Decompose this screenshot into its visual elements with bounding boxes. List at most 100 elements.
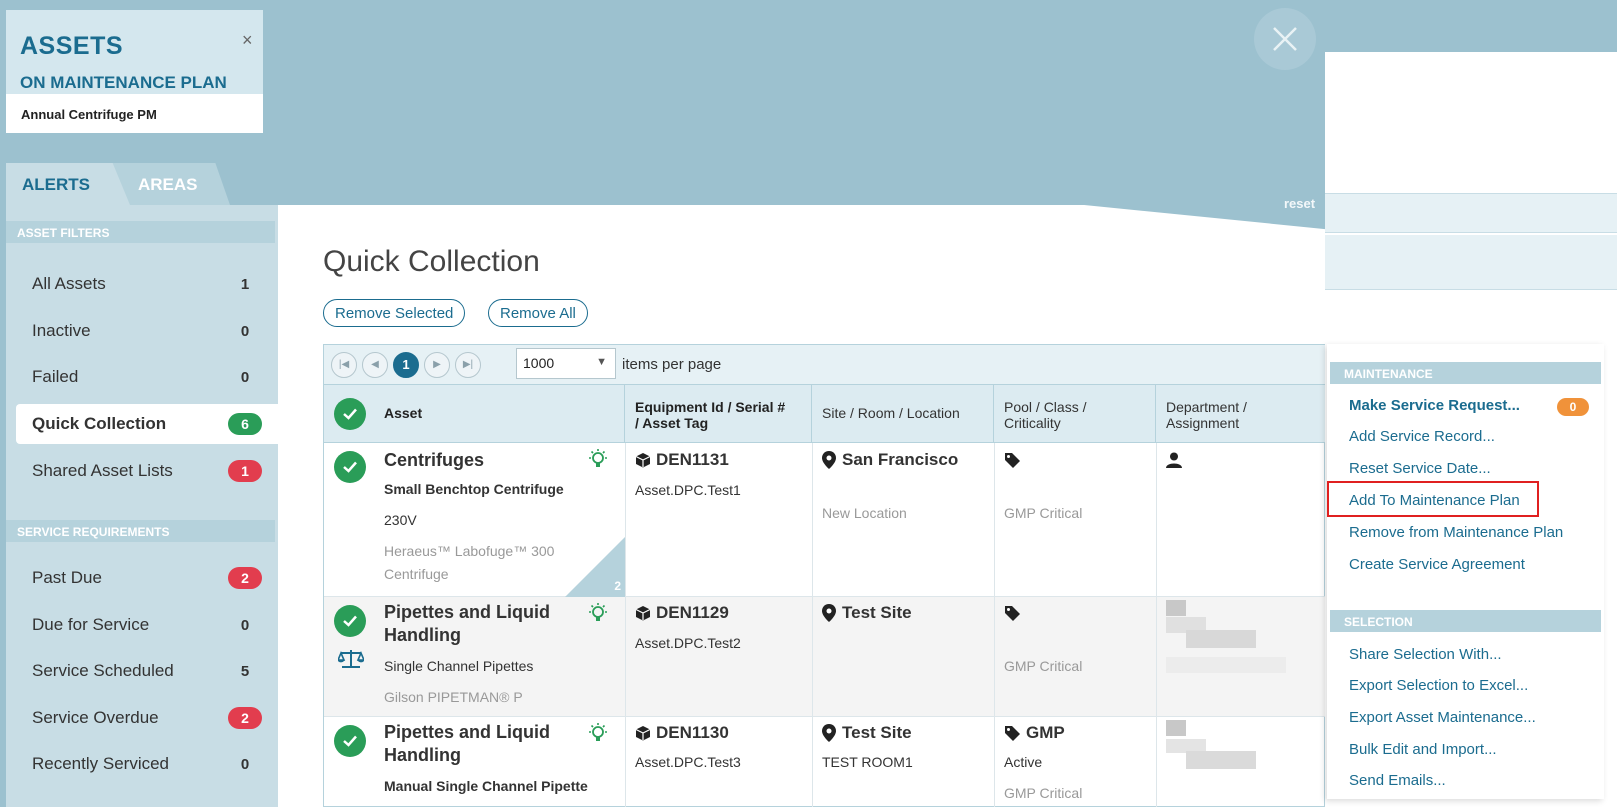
remove-selected-button[interactable]: Remove Selected	[323, 299, 466, 327]
asset-manufacturer: Gilson PIPETMAN® P	[384, 689, 523, 705]
table-header: Asset Equipment Id / Serial # / Asset Tag…	[324, 385, 1325, 443]
redacted-avatar	[1166, 720, 1186, 736]
make-service-request-item[interactable]: Make Service Request...	[1349, 397, 1520, 414]
pool-link[interactable]: GMP	[1026, 723, 1065, 743]
row-checkbox[interactable]	[334, 725, 366, 757]
filter-recently-serviced[interactable]: Recently Serviced 0	[16, 744, 278, 784]
remove-from-maintenance-plan-item[interactable]: Remove from Maintenance Plan	[1349, 524, 1563, 541]
row-checkbox[interactable]	[334, 605, 366, 637]
send-emails-item[interactable]: Send Emails...	[1349, 772, 1446, 789]
prev-page-icon[interactable]: ◀	[362, 352, 388, 378]
site-link[interactable]: Test Site	[842, 603, 912, 623]
table-row[interactable]: Pipettes and Liquid Handling Single Chan…	[324, 597, 1325, 717]
lightbulb-icon[interactable]	[586, 721, 610, 745]
create-service-agreement-item[interactable]: Create Service Agreement	[1349, 556, 1525, 573]
balance-scale-icon	[338, 650, 364, 668]
asset-model: Single Channel Pipettes	[384, 658, 534, 674]
attachment-count-corner[interactable]: 2	[565, 537, 625, 597]
asset-filters-heading: ASSET FILTERS	[6, 221, 275, 243]
count-badge: 1	[228, 460, 262, 482]
column-divider	[1156, 597, 1157, 717]
filter-label: Service Overdue	[32, 708, 159, 727]
filter-count: 5	[240, 662, 250, 680]
bulk-edit-import-item[interactable]: Bulk Edit and Import...	[1349, 741, 1497, 758]
background-toolbar	[1325, 193, 1617, 233]
redacted-text	[1166, 657, 1286, 673]
asset-category-link-cont[interactable]: Handling	[384, 625, 461, 646]
tag-icon	[1005, 606, 1020, 621]
filter-due-for-service[interactable]: Due for Service 0	[16, 605, 278, 645]
column-equipment[interactable]: Equipment Id / Serial # / Asset Tag	[625, 385, 812, 443]
serial-number: Asset.DPC.Test2	[635, 635, 741, 651]
redacted-avatar	[1166, 600, 1186, 616]
table-row[interactable]: Centrifuges Small Benchtop Centrifuge 23…	[324, 443, 1325, 597]
column-divider	[1156, 443, 1157, 597]
tag-icon	[1005, 453, 1020, 468]
check-icon	[343, 735, 357, 747]
per-page-select[interactable]: 1000 ▼	[516, 348, 616, 379]
asset-model-link[interactable]: Manual Single Channel Pipette	[384, 778, 588, 794]
column-divider	[994, 443, 995, 597]
asset-grid: |◀ ◀ 1 ▶ ▶| 1000 ▼ items per page Asset …	[323, 344, 1325, 807]
filter-service-scheduled[interactable]: Service Scheduled 5	[16, 651, 278, 691]
export-asset-maintenance-item[interactable]: Export Asset Maintenance...	[1349, 709, 1536, 726]
asset-category-link-cont[interactable]: Handling	[384, 745, 461, 766]
filter-count: 0	[240, 616, 250, 634]
current-page[interactable]: 1	[393, 352, 419, 378]
add-service-record-item[interactable]: Add Service Record...	[1349, 428, 1495, 445]
select-all-checkbox[interactable]	[334, 398, 366, 430]
column-pool[interactable]: Pool / Class / Criticality	[994, 385, 1156, 443]
share-selection-item[interactable]: Share Selection With...	[1349, 646, 1502, 663]
export-selection-excel-item[interactable]: Export Selection to Excel...	[1349, 677, 1528, 694]
site-link[interactable]: San Francisco	[842, 450, 958, 470]
background-filter-bar	[1325, 235, 1617, 290]
reset-link[interactable]: reset	[1284, 196, 1315, 211]
site-link[interactable]: Test Site	[842, 723, 912, 743]
table-row[interactable]: Pipettes and Liquid Handling Manual Sing…	[324, 717, 1325, 807]
asset-manufacturer: Heraeus™ Labofuge™ 300	[384, 543, 555, 559]
header-close-icon[interactable]: ×	[242, 30, 253, 51]
asset-category-link[interactable]: Pipettes and Liquid	[384, 722, 550, 743]
column-divider	[625, 443, 626, 597]
first-page-icon[interactable]: |◀	[331, 352, 357, 378]
filter-all-assets[interactable]: All Assets 1	[16, 264, 278, 304]
column-asset[interactable]: Asset	[324, 385, 625, 443]
column-department[interactable]: Department / Assignment	[1156, 385, 1325, 443]
reset-service-date-item[interactable]: Reset Service Date...	[1349, 460, 1491, 477]
column-site[interactable]: Site / Room / Location	[812, 385, 994, 443]
page-title: ASSETS	[20, 32, 124, 60]
filter-quick-collection[interactable]: Quick Collection 6	[16, 404, 278, 444]
filter-inactive[interactable]: Inactive 0	[16, 311, 278, 351]
remove-all-button[interactable]: Remove All	[488, 299, 588, 327]
row-checkbox[interactable]	[334, 451, 366, 483]
asset-model-link[interactable]: Small Benchtop Centrifuge	[384, 481, 564, 497]
check-icon	[343, 461, 357, 473]
filter-failed[interactable]: Failed 0	[16, 357, 278, 397]
serial-number: Asset.DPC.Test1	[635, 482, 741, 498]
filter-count: 0	[240, 755, 250, 773]
box-icon	[635, 606, 651, 621]
asset-category-link[interactable]: Pipettes and Liquid	[384, 602, 550, 623]
filter-service-overdue[interactable]: Service Overdue 2	[16, 698, 278, 738]
last-page-icon[interactable]: ▶|	[455, 352, 481, 378]
equipment-id-link[interactable]: DEN1131	[656, 450, 729, 470]
tab-alerts[interactable]: ALERTS	[6, 163, 130, 205]
filter-shared-asset-lists[interactable]: Shared Asset Lists 1	[16, 451, 278, 491]
maintenance-heading: MAINTENANCE	[1330, 362, 1601, 384]
tag-icon	[1005, 726, 1020, 741]
box-icon	[635, 453, 651, 468]
column-divider	[625, 597, 626, 717]
attachment-count: 2	[614, 579, 621, 593]
lightbulb-icon[interactable]	[586, 447, 610, 471]
next-page-icon[interactable]: ▶	[424, 352, 450, 378]
equipment-id-link[interactable]: DEN1129	[656, 603, 729, 623]
modal-close-button[interactable]	[1254, 8, 1316, 70]
lightbulb-icon[interactable]	[586, 601, 610, 625]
equipment-id-link[interactable]: DEN1130	[656, 723, 729, 743]
location-text: New Location	[822, 505, 907, 521]
asset-category-link[interactable]: Centrifuges	[384, 450, 484, 471]
plan-name: Annual Centrifuge PM	[6, 94, 263, 133]
column-department-label: Department /	[1166, 399, 1247, 415]
filter-past-due[interactable]: Past Due 2	[16, 558, 278, 598]
serial-number: Asset.DPC.Test3	[635, 754, 741, 770]
